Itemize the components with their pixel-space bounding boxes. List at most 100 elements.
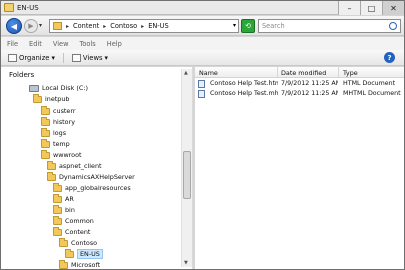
help-icon[interactable]: ? (384, 52, 395, 63)
breadcrumb-contoso[interactable]: Contoso (110, 22, 137, 30)
folder-icon (59, 259, 68, 269)
scrollbar-thumb[interactable] (183, 151, 191, 199)
tree-item-custerr[interactable]: custerr (41, 105, 76, 116)
file-name: Contoso Help Test.mht (210, 90, 278, 97)
tree-item-temp[interactable]: temp (41, 138, 70, 149)
folder-tree-scrollbar[interactable]: ▲ ▼ (181, 69, 192, 267)
breadcrumb-en-us[interactable]: EN-US (148, 22, 169, 30)
column-header-name[interactable]: Name (199, 69, 218, 77)
column-headers: Name Date modified Type (195, 67, 404, 78)
column-divider[interactable] (277, 67, 278, 78)
views-button[interactable]: Views ▾ (71, 53, 108, 62)
folder-icon (53, 22, 62, 30)
file-row[interactable]: Contoso Help Test.htm 7/9/2012 11:25 AM … (195, 79, 404, 89)
folder-icon (41, 138, 50, 148)
tree-item-contoso[interactable]: Contoso (59, 237, 98, 248)
folder-icon (41, 127, 50, 137)
chevron-right-icon[interactable]: ▸ (66, 23, 69, 30)
chevron-right-icon[interactable]: ▸ (103, 23, 106, 30)
folder-icon (41, 149, 50, 159)
search-input[interactable]: Search (258, 19, 401, 33)
tree-item-en-us[interactable]: EN-US (65, 248, 103, 259)
drive-icon (29, 84, 39, 92)
folder-tree-pane: Folders Local Disk (C:) inetpub custerr … (1, 67, 193, 269)
menu-edit[interactable]: Edit (29, 40, 42, 48)
tree-item-microsoft[interactable]: Microsoft (59, 259, 101, 270)
file-type: HTML Document (343, 80, 396, 87)
tree-item-label: history (53, 118, 75, 126)
folders-header[interactable]: Folders (9, 71, 34, 79)
title-bar: EN-US – □ ✕ (1, 1, 404, 15)
organize-button[interactable]: Organize ▾ (8, 53, 55, 62)
folder-icon (33, 93, 42, 103)
menu-file[interactable]: File (7, 40, 18, 48)
folder-icon (53, 204, 62, 214)
recent-pages-dropdown[interactable]: ▾ (39, 22, 42, 29)
folder-icon (65, 248, 74, 258)
chevron-down-icon: ▾ (51, 53, 55, 62)
tree-item-ar[interactable]: AR (53, 193, 74, 204)
search-placeholder: Search (262, 22, 285, 30)
tree-item-dynamicsaxhelpserver[interactable]: DynamicsAXHelpServer (47, 171, 135, 182)
scroll-up-icon[interactable]: ▲ (184, 70, 188, 76)
file-row[interactable]: Contoso Help Test.mht 7/9/2012 11:25 AM … (195, 89, 404, 99)
scroll-down-icon[interactable]: ▼ (184, 260, 188, 266)
column-header-type[interactable]: Type (343, 69, 358, 77)
menu-view[interactable]: View (53, 40, 69, 48)
chevron-down-icon: ▾ (104, 53, 108, 62)
search-icon[interactable] (389, 22, 397, 30)
tree-item-label: logs (53, 129, 67, 137)
tree-item-content[interactable]: Content (53, 226, 91, 237)
minimize-button[interactable]: – (338, 1, 360, 15)
column-header-date-modified[interactable]: Date modified (281, 69, 326, 77)
folder-icon (53, 193, 62, 203)
file-type: MHTML Document (343, 90, 401, 97)
folder-icon (41, 105, 50, 115)
forward-button[interactable]: ▶ (24, 19, 38, 33)
folder-icon (41, 116, 50, 126)
tree-item-wwwroot[interactable]: wwwroot (41, 149, 82, 160)
tree-item-label: AR (65, 195, 74, 203)
organize-icon (8, 53, 17, 62)
tree-item-label: custerr (53, 107, 76, 115)
tree-item-label: Content (65, 228, 91, 236)
file-date: 7/9/2012 11:25 AM (281, 90, 338, 97)
views-label: Views (82, 53, 103, 62)
tree-item-aspnet-client[interactable]: aspnet_client (47, 160, 102, 171)
explorer-window: EN-US – □ ✕ ◀ ▶ ▾ ▸ Content ▸ Contoso ▸ … (0, 0, 405, 270)
tree-item-label: wwwroot (53, 151, 82, 159)
maximize-button[interactable]: □ (360, 1, 382, 15)
file-date: 7/9/2012 11:25 AM (281, 80, 338, 87)
back-button[interactable]: ◀ (6, 18, 22, 34)
command-bar: Organize ▾ Views ▾ ? (1, 50, 404, 66)
menu-tools[interactable]: Tools (79, 40, 95, 48)
chevron-right-icon[interactable]: ▸ (141, 23, 144, 30)
tree-item-logs[interactable]: logs (41, 127, 67, 138)
tree-item-inetpub[interactable]: inetpub (33, 93, 70, 104)
tree-item-label: Contoso (71, 239, 98, 247)
address-row: ◀ ▶ ▾ ▸ Content ▸ Contoso ▸ EN-US ▾ ⟲ Se… (1, 16, 404, 36)
close-button[interactable]: ✕ (382, 1, 404, 15)
window-controls: – □ ✕ (338, 1, 404, 15)
tree-item-bin[interactable]: bin (53, 204, 75, 215)
folder-icon (53, 182, 62, 192)
tree-item-label: inetpub (45, 95, 70, 103)
breadcrumb-content[interactable]: Content (73, 22, 99, 30)
folder-icon (53, 226, 62, 236)
tree-item-label: app_globalresources (65, 184, 131, 192)
tree-item-app-globalresources[interactable]: app_globalresources (53, 182, 131, 193)
address-bar[interactable]: ▸ Content ▸ Contoso ▸ EN-US ▾ (49, 19, 239, 33)
refresh-button[interactable]: ⟲ (241, 19, 255, 33)
tree-item-local-disk[interactable]: Local Disk (C:) (29, 83, 88, 93)
tree-item-history[interactable]: history (41, 116, 75, 127)
column-divider[interactable] (338, 67, 339, 78)
tree-item-label: DynamicsAXHelpServer (59, 173, 135, 181)
html-file-icon (198, 80, 205, 88)
menu-help[interactable]: Help (107, 40, 122, 48)
chevron-down-icon[interactable]: ▾ (233, 22, 236, 29)
tree-item-label: Microsoft (71, 261, 101, 269)
tree-item-common[interactable]: Common (53, 215, 94, 226)
tree-item-label: aspnet_client (59, 162, 102, 170)
tree-item-label: Local Disk (C:) (42, 84, 88, 92)
folder-icon (59, 237, 68, 247)
